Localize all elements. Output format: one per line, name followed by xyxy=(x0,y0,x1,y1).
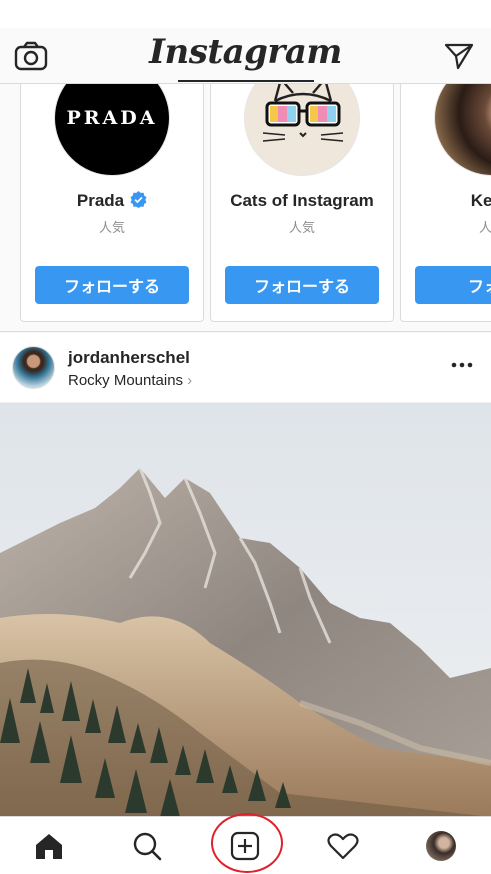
suggestion-name[interactable]: Prada xyxy=(21,191,203,211)
tab-new-post[interactable] xyxy=(196,817,294,874)
post-header: jordanherschel Rocky Mountains › xyxy=(0,333,491,403)
tab-home[interactable] xyxy=(0,817,98,874)
status-bar xyxy=(0,0,491,28)
post-location-text: Rocky Mountains xyxy=(68,372,184,389)
post-author-avatar[interactable] xyxy=(12,346,55,389)
suggestion-name[interactable]: Cats of Instagram xyxy=(211,191,393,211)
prada-logo-text: PRADA xyxy=(66,107,158,129)
post-username[interactable]: jordanherschel xyxy=(68,348,190,368)
suggestion-name-text: Prada xyxy=(76,191,125,210)
search-icon xyxy=(133,832,162,861)
suggestion-name[interactable]: Kend xyxy=(401,191,491,211)
cat-glasses-logo xyxy=(262,84,344,142)
prada-avatar[interactable]: PRADA xyxy=(54,84,170,176)
post-photo-mountains[interactable] xyxy=(0,403,491,817)
follow-button[interactable]: フォローする xyxy=(225,266,379,304)
instagram-logo: Instagram xyxy=(149,32,342,72)
tab-search[interactable] xyxy=(98,817,196,874)
logo-underline xyxy=(178,80,314,82)
suggestion-subtitle: 人気 xyxy=(98,220,125,235)
follow-button[interactable]: フォロ xyxy=(415,266,491,304)
more-options-icon[interactable] xyxy=(451,355,473,375)
suggestion-subtitle: 人気 xyxy=(288,220,315,235)
top-navigation-bar: Instagram xyxy=(0,28,491,84)
home-icon xyxy=(36,834,62,859)
suggestion-card-cats-of-instagram[interactable]: Cats of Instagram 人気 フォローする xyxy=(210,84,394,322)
bottom-tab-bar xyxy=(0,816,491,874)
suggestion-subtitle: 人気 xyxy=(478,220,491,235)
suggestion-card-prada[interactable]: PRADA Prada 人気 フォローする xyxy=(20,84,204,322)
direct-message-icon[interactable] xyxy=(443,40,475,72)
follow-button[interactable]: フォローする xyxy=(35,266,189,304)
suggestion-card-kend[interactable]: Kend 人気 フォロ xyxy=(400,84,491,322)
activity-heart-icon xyxy=(327,833,359,860)
verified-badge-icon xyxy=(130,191,147,208)
profile-avatar xyxy=(426,831,456,861)
post-location[interactable]: Rocky Mountains › xyxy=(68,372,192,389)
suggested-accounts-carousel[interactable]: PRADA Prada 人気 フォローする Cats of Instagram … xyxy=(0,84,491,332)
kend-avatar[interactable] xyxy=(434,84,491,176)
tab-activity[interactable] xyxy=(294,817,392,874)
tab-profile[interactable] xyxy=(392,817,490,874)
chevron-right-icon: › xyxy=(187,372,193,389)
mountain-photo xyxy=(0,403,491,817)
new-post-icon xyxy=(230,831,260,861)
cats-of-instagram-avatar[interactable] xyxy=(244,84,360,176)
